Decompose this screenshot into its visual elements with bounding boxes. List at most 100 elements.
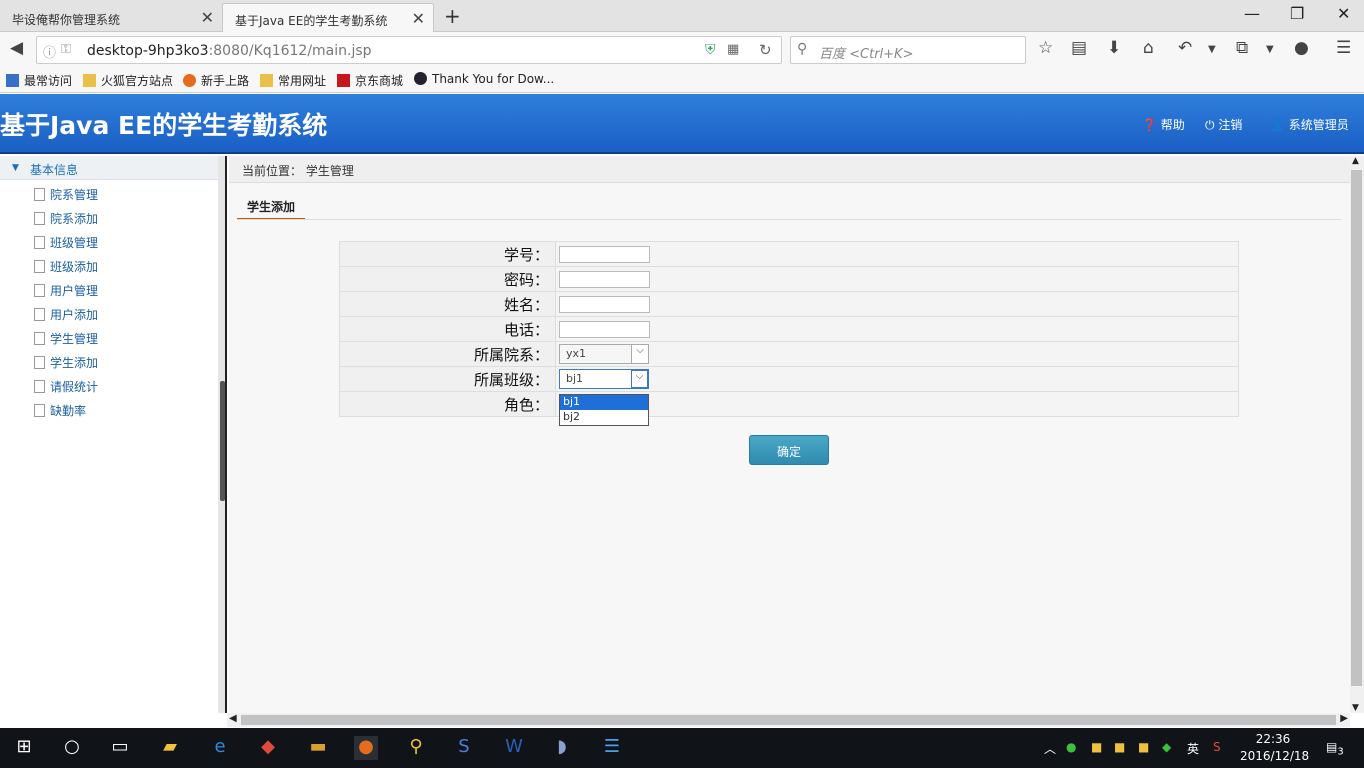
dropdown-option[interactable]: bj1 [560,395,648,410]
splitter-grip[interactable] [220,381,225,501]
caret-down-icon: ▼ [12,163,19,173]
restore-icon[interactable]: ❐ [1290,4,1304,23]
help-icon: ❓ [1142,118,1157,132]
back-icon[interactable]: ◀ [10,38,23,58]
tab-student-add[interactable]: 学生添加 [237,192,305,220]
bookmark-item[interactable]: 常用网址 [260,72,326,89]
firefox-icon[interactable]: ● [354,736,378,760]
scroll-right-icon[interactable]: ▶ [1340,713,1348,724]
bookmark-item[interactable]: 新手上路 [183,72,249,89]
sidebar-item-dept-add[interactable]: 院系添加 [34,210,98,234]
password-input[interactable] [559,270,650,288]
sidebar-item-user-manage[interactable]: 用户管理 [34,282,98,306]
windows-start-icon[interactable]: ⊞ [12,736,36,760]
phone-input[interactable] [559,320,650,338]
search-box[interactable]: ⚲ 百度 <Ctrl+K> [790,36,1026,64]
clock[interactable]: 22:36 2016/12/18 [1240,731,1310,765]
bookmark-item[interactable]: 火狐官方站点 [83,72,173,89]
chevron-down-icon[interactable]: ⌵ [631,345,648,363]
scrollbar-thumb[interactable] [1351,170,1362,686]
sidebar-item-class-manage[interactable]: 班级管理 [34,234,98,258]
sidebar-item-class-add[interactable]: 班级添加 [34,258,98,282]
undo-icon[interactable]: ↶ [1178,38,1192,58]
jd-icon [337,74,350,87]
close-tab-icon[interactable]: ✕ [201,8,214,27]
chevron-down-icon[interactable]: ⌵ [631,370,648,388]
shield-icon[interactable]: ⛨ [705,42,716,58]
file-explorer-icon[interactable]: ▰ [158,736,182,760]
dept-select[interactable]: yx1 ⌵ [559,344,649,364]
mysql-icon[interactable]: ◗ [550,736,574,760]
submit-button[interactable]: 确定 [749,435,829,465]
clock-date: 2016/12/18 [1240,749,1310,763]
menu-icon[interactable]: ☰ [1336,38,1351,58]
qr-code-icon[interactable]: ▦ [727,42,739,57]
tray-expand-icon[interactable]: ︿ [1044,740,1056,757]
eclipse-icon[interactable]: S [452,736,476,760]
tray-app-icon[interactable]: ◆ [1162,740,1171,754]
ime-indicator[interactable]: 英 [1187,740,1199,757]
sidebar-section-header[interactable]: ▼ 基本信息 [0,156,218,180]
book-icon[interactable]: ▬ [306,736,330,760]
browser-tab-bar: 毕设俺帮你管理系统 ✕ 基于Java EE的学生考勤系统 ✕ + — ❐ ✕ [0,0,1364,32]
class-select[interactable]: bj1 ⌵ [559,369,649,389]
horizontal-scrollbar[interactable]: ◀ ▶ [227,713,1350,727]
logout-link[interactable]: ⏻ 注销 [1205,116,1242,133]
clock-time: 22:36 [1255,732,1291,746]
bookmark-item[interactable]: Thank You for Dow... [414,72,554,86]
sidebar-item-student-manage[interactable]: 学生管理 [34,330,98,354]
scroll-up-icon[interactable]: ▲ [1352,156,1359,166]
sidebar-splitter[interactable] [218,156,227,713]
close-tab-icon[interactable]: ✕ [412,9,425,28]
breadcrumb: 当前位置： 学生管理 [229,156,1350,183]
help-link[interactable]: ❓ 帮助 [1142,116,1185,133]
sidebar-item-dept-manage[interactable]: 院系管理 [34,186,98,210]
scroll-left-icon[interactable]: ◀ [229,713,237,724]
app-icon[interactable]: ◆ [256,736,280,760]
browser-tab-active[interactable]: 基于Java EE的学生考勤系统 ✕ [222,3,434,32]
browser-tab[interactable]: 毕设俺帮你管理系统 ✕ [0,3,222,32]
tray-app-icon[interactable]: ■ [1138,740,1149,754]
student-id-input[interactable] [559,245,650,263]
bookmark-item[interactable]: 京东商城 [337,72,403,89]
notification-icon[interactable]: ▤3 [1326,740,1344,757]
tray-app-icon[interactable]: ■ [1091,740,1102,754]
vertical-scrollbar[interactable]: ▲ ▼ [1350,156,1364,713]
sidebar-item-leave-stats[interactable]: 请假统计 [34,378,98,402]
scroll-down-icon[interactable]: ▼ [1352,703,1359,713]
minimize-icon[interactable]: — [1244,4,1260,23]
sidebar-item-absence-rate[interactable]: 缺勤率 [34,402,86,426]
sogou-icon[interactable]: S [1213,740,1221,754]
task-view-icon[interactable]: ▭ [108,736,132,760]
dropdown-option[interactable]: bj2 [560,410,648,425]
tray-app-icon[interactable]: ■ [1114,740,1125,754]
chevron-down-icon[interactable]: ▼ [1208,44,1216,55]
name-input[interactable] [559,295,650,313]
reload-icon[interactable]: ↻ [759,41,772,59]
sidebar-item-student-add[interactable]: 学生添加 [34,354,98,378]
chevron-down-icon[interactable]: ▼ [1266,44,1274,55]
screenshot-icon[interactable]: ⧉ [1236,38,1248,58]
search-app-icon[interactable]: ⚲ [404,736,428,760]
info-icon[interactable]: ⓘ [43,42,56,61]
main-content: 当前位置： 学生管理 学生添加 学号： 密码： 姓名： 电话： 所属院系： yx… [229,156,1350,713]
url-bar[interactable]: ⓘ ⚿ desktop-9hp3ko3:8080/Kq1612/main.jsp… [36,36,782,64]
sidebar-item-user-add[interactable]: 用户添加 [34,306,98,330]
word-icon[interactable]: W [502,736,526,760]
cortana-icon[interactable]: ○ [60,736,84,760]
close-window-icon[interactable]: ✕ [1337,4,1350,23]
download-icon[interactable]: ⬇ [1107,38,1121,58]
tray-app-icon[interactable]: ● [1066,740,1076,754]
user-link[interactable]: 👤 系统管理员 [1270,116,1349,133]
edge-icon[interactable]: e [208,736,232,760]
notes-icon[interactable]: ☰ [600,736,624,760]
power-icon: ⏻ [1205,118,1215,132]
new-tab-icon[interactable]: + [444,4,461,28]
scrollbar-thumb[interactable] [241,715,1336,725]
bookmark-star-icon[interactable]: ☆ [1038,38,1053,58]
document-icon [34,260,45,273]
reading-list-icon[interactable]: ▤ [1071,38,1087,58]
chat-icon[interactable]: ● [1294,38,1309,58]
bookmark-item[interactable]: 最常访问 [6,72,72,89]
home-icon[interactable]: ⌂ [1143,38,1154,58]
